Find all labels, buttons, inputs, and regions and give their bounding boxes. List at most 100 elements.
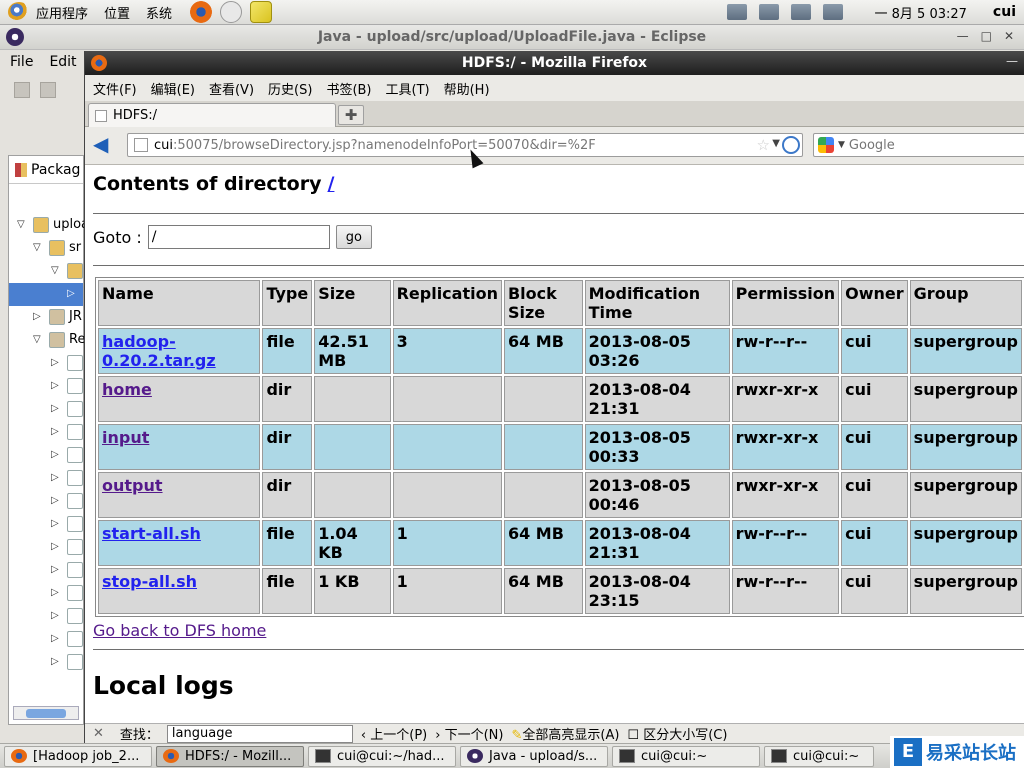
menu-view[interactable]: 查看(V): [209, 79, 254, 98]
horizontal-scrollbar[interactable]: [13, 706, 79, 720]
tree-item-selected[interactable]: ▷: [9, 283, 83, 306]
task-terminal-hadoop[interactable]: cui@cui:~/had...: [308, 745, 456, 767]
tree-item-jar[interactable]: ▷: [9, 375, 83, 398]
places-menu[interactable]: 位置: [104, 3, 130, 22]
tree-item-jar[interactable]: ▷: [9, 398, 83, 421]
tree-item-jre[interactable]: ▷ JR: [9, 306, 83, 329]
file-link[interactable]: start-all.sh: [102, 524, 201, 543]
tree-item-project[interactable]: ▽ uploa: [9, 214, 89, 237]
user-menu[interactable]: cui: [993, 4, 1016, 20]
tree-item-src[interactable]: ▽ sr: [9, 237, 83, 260]
close-find-icon[interactable]: ✕: [93, 726, 104, 741]
find-input[interactable]: [166, 724, 353, 743]
expand-arrow-icon[interactable]: ▽: [17, 219, 25, 230]
tree-item-jar[interactable]: ▷: [9, 513, 83, 536]
network-icon[interactable]: [726, 4, 747, 20]
tree-item-jar[interactable]: ▷: [9, 559, 83, 582]
task-terminal[interactable]: cui@cui:~: [612, 745, 760, 767]
engine-dropdown-icon[interactable]: ▼: [838, 140, 845, 150]
system-menu[interactable]: 系统: [146, 3, 172, 22]
back-arrow-icon[interactable]: ◀: [93, 134, 117, 155]
file-link[interactable]: output: [102, 476, 163, 495]
url-dropdown-icon[interactable]: ▼: [772, 138, 780, 149]
expand-arrow-icon[interactable]: ▷: [51, 587, 59, 598]
expand-arrow-icon[interactable]: ▷: [51, 564, 59, 575]
highlight-all-button[interactable]: ✎全部高亮显示(A): [511, 724, 619, 743]
menu-bookmarks[interactable]: 书签(B): [326, 79, 371, 98]
eclipse-titlebar[interactable]: Java - upload/src/upload/UploadFile.java…: [0, 25, 1024, 50]
site-identity-icon[interactable]: [134, 138, 148, 152]
find-next-button[interactable]: › 下一个(N): [435, 724, 503, 743]
expand-arrow-icon[interactable]: ▷: [51, 426, 59, 437]
scrollbar-thumb[interactable]: [26, 709, 66, 718]
expand-arrow-icon[interactable]: ▷: [51, 518, 59, 529]
eclipse-menu-file[interactable]: File: [10, 54, 33, 70]
tree-item-jar[interactable]: ▷: [9, 421, 83, 444]
save-icon[interactable]: [40, 82, 56, 98]
root-dir-link[interactable]: /: [327, 173, 334, 195]
reload-icon[interactable]: [782, 136, 800, 154]
tree-item-jar[interactable]: ▷: [9, 490, 83, 513]
menu-help[interactable]: 帮助(H): [444, 79, 490, 98]
applications-menu[interactable]: 应用程序: [36, 3, 88, 22]
expand-arrow-icon[interactable]: ▷: [51, 495, 59, 506]
file-link[interactable]: stop-all.sh: [102, 572, 197, 591]
file-link[interactable]: input: [102, 428, 149, 447]
display-icon[interactable]: [790, 4, 811, 20]
expand-arrow-icon[interactable]: ▷: [33, 311, 41, 322]
find-previous-button[interactable]: ‹ 上一个(P): [361, 724, 427, 743]
new-icon[interactable]: [14, 82, 30, 98]
minimize-icon[interactable]: —: [957, 29, 969, 43]
tab-hdfs[interactable]: HDFS:/: [88, 103, 336, 127]
power-icon[interactable]: [822, 4, 843, 20]
expand-arrow-icon[interactable]: ▷: [51, 472, 59, 483]
expand-arrow-icon[interactable]: ▷: [51, 380, 59, 391]
maximize-icon[interactable]: □: [981, 29, 992, 43]
expand-arrow-icon[interactable]: ▷: [51, 357, 59, 368]
task-terminal-2[interactable]: cui@cui:~: [764, 745, 874, 767]
dfs-home-link[interactable]: Go back to DFS home: [93, 621, 266, 640]
package-explorer-tab[interactable]: Packag: [9, 156, 83, 184]
file-link[interactable]: hadoop-0.20.2.tar.gz: [102, 332, 216, 370]
expand-arrow-icon[interactable]: ▽: [33, 242, 41, 253]
expand-arrow-icon[interactable]: ▷: [51, 633, 59, 644]
firefox-launcher-icon[interactable]: [190, 1, 213, 23]
mail-launcher-icon[interactable]: [220, 1, 243, 23]
tree-item-jar[interactable]: ▷: [9, 628, 83, 651]
expand-arrow-icon[interactable]: ▷: [67, 288, 75, 299]
menu-tools[interactable]: 工具(T): [386, 79, 430, 98]
go-button[interactable]: go: [335, 225, 372, 249]
window-control-icon[interactable]: —: [1006, 54, 1018, 68]
search-bar[interactable]: ▼: [813, 133, 1024, 157]
close-icon[interactable]: ✕: [1004, 29, 1014, 43]
firefox-titlebar[interactable]: HDFS:/ - Mozilla Firefox —: [85, 51, 1024, 75]
notes-launcher-icon[interactable]: [250, 1, 273, 23]
expand-arrow-icon[interactable]: ▽: [33, 334, 41, 345]
task-hadoop-job[interactable]: [Hadoop job_2...: [4, 745, 152, 767]
tree-item-package[interactable]: ▽: [9, 260, 83, 283]
eclipse-menu-edit[interactable]: Edit: [49, 54, 76, 70]
tree-item-referenced[interactable]: ▽ Re: [9, 329, 85, 352]
menu-history[interactable]: 历史(S): [268, 79, 312, 98]
task-hdfs-firefox[interactable]: HDFS:/ - Mozill...: [156, 745, 304, 767]
expand-arrow-icon[interactable]: ▽: [51, 265, 59, 276]
expand-arrow-icon[interactable]: ▷: [51, 656, 59, 667]
expand-arrow-icon[interactable]: ▷: [51, 403, 59, 414]
gnome-foot-icon[interactable]: [8, 2, 30, 22]
expand-arrow-icon[interactable]: ▷: [51, 610, 59, 621]
tree-item-jar[interactable]: ▷: [9, 444, 83, 467]
expand-arrow-icon[interactable]: ▷: [51, 449, 59, 460]
goto-input[interactable]: [147, 225, 330, 249]
expand-arrow-icon[interactable]: ▷: [51, 541, 59, 552]
tree-item-jar[interactable]: ▷: [9, 605, 83, 628]
match-case-checkbox[interactable]: ☐ 区分大小写(C): [627, 724, 727, 743]
file-link[interactable]: home: [102, 380, 152, 399]
tree-item-jar[interactable]: ▷: [9, 352, 83, 375]
menu-edit[interactable]: 编辑(E): [151, 79, 195, 98]
google-engine-icon[interactable]: [818, 137, 834, 153]
task-eclipse[interactable]: Java - upload/s...: [460, 745, 608, 767]
tree-item-jar[interactable]: ▷: [9, 651, 83, 674]
tree-item-jar[interactable]: ▷: [9, 536, 83, 559]
search-input[interactable]: [848, 137, 999, 153]
clock[interactable]: 一 8月 5 03:27: [875, 3, 967, 22]
